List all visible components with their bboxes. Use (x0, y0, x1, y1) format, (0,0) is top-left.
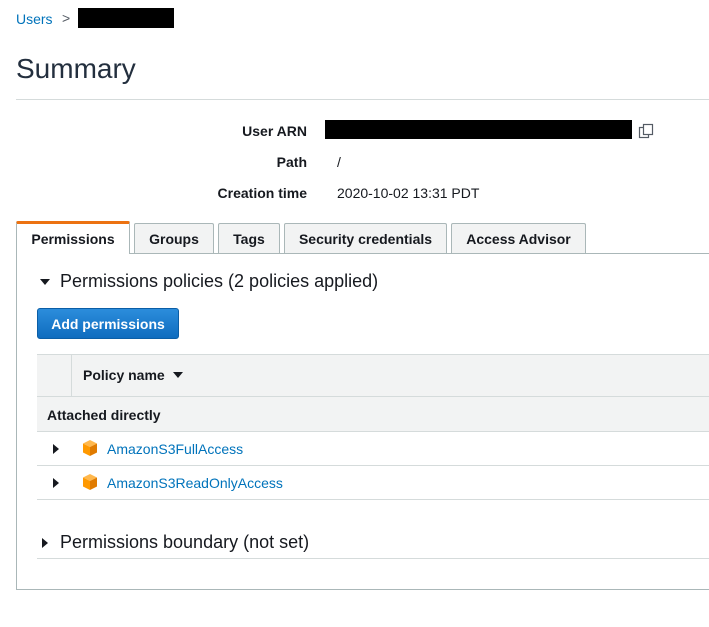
permissions-boundary-title: Permissions boundary (not set) (60, 532, 310, 552)
aws-managed-policy-cube-icon (81, 473, 99, 491)
permissions-boundary-toggle[interactable]: Permissions boundary (not set) (42, 532, 309, 553)
add-permissions-button[interactable]: Add permissions (37, 308, 179, 339)
tab-access-advisor[interactable]: Access Advisor (451, 223, 586, 253)
caret-right-icon (42, 537, 48, 548)
tab-security-credentials[interactable]: Security credentials (284, 223, 447, 253)
breadcrumb-separator: > (62, 10, 71, 26)
creation-time-value: 2020-10-02 13:31 PDT (337, 185, 480, 201)
expand-row-icon[interactable] (53, 478, 59, 488)
column-header-label: Policy name (83, 367, 165, 383)
policy-table-header: Policy name (37, 354, 709, 397)
permissions-policies-title: Permissions policies (2 policies applied… (60, 271, 379, 291)
table-row: AmazonS3ReadOnlyAccess (37, 466, 709, 500)
path-value: / (337, 154, 341, 170)
aws-managed-policy-cube-icon (81, 439, 99, 457)
attached-directly-group: Attached directly (37, 397, 709, 432)
caret-down-icon (40, 278, 50, 285)
redacted-username (78, 8, 174, 28)
tab-label: Groups (149, 230, 199, 247)
tab-groups[interactable]: Groups (134, 223, 214, 253)
permissions-policies-toggle[interactable]: Permissions policies (2 policies applied… (40, 271, 378, 292)
select-column-header (37, 355, 72, 396)
group-label: Attached directly (47, 407, 161, 423)
tab-label: Security credentials (298, 230, 433, 247)
table-row: AmazonS3FullAccess (37, 432, 709, 466)
redacted-user-arn (325, 120, 632, 139)
tab-tags[interactable]: Tags (218, 223, 280, 253)
policy-name-column-header[interactable]: Policy name (83, 367, 183, 383)
page-title: Summary (16, 53, 136, 84)
tab-label: Access Advisor (466, 230, 571, 247)
title-divider (16, 99, 709, 100)
expand-row-icon[interactable] (53, 444, 59, 454)
sort-caret-icon (172, 372, 183, 378)
tab-label: Permissions (31, 231, 115, 247)
creation-time-label: Creation time (217, 185, 307, 201)
user-arn-label: User ARN (242, 123, 307, 139)
tab-label: Tags (233, 230, 265, 247)
path-label: Path (276, 154, 307, 170)
boundary-divider (37, 558, 709, 559)
copy-icon[interactable] (638, 123, 654, 139)
policy-link[interactable]: AmazonS3ReadOnlyAccess (107, 475, 283, 491)
tab-permissions[interactable]: Permissions (16, 221, 130, 254)
policy-link[interactable]: AmazonS3FullAccess (107, 441, 243, 457)
breadcrumb-users-link[interactable]: Users (16, 11, 53, 27)
